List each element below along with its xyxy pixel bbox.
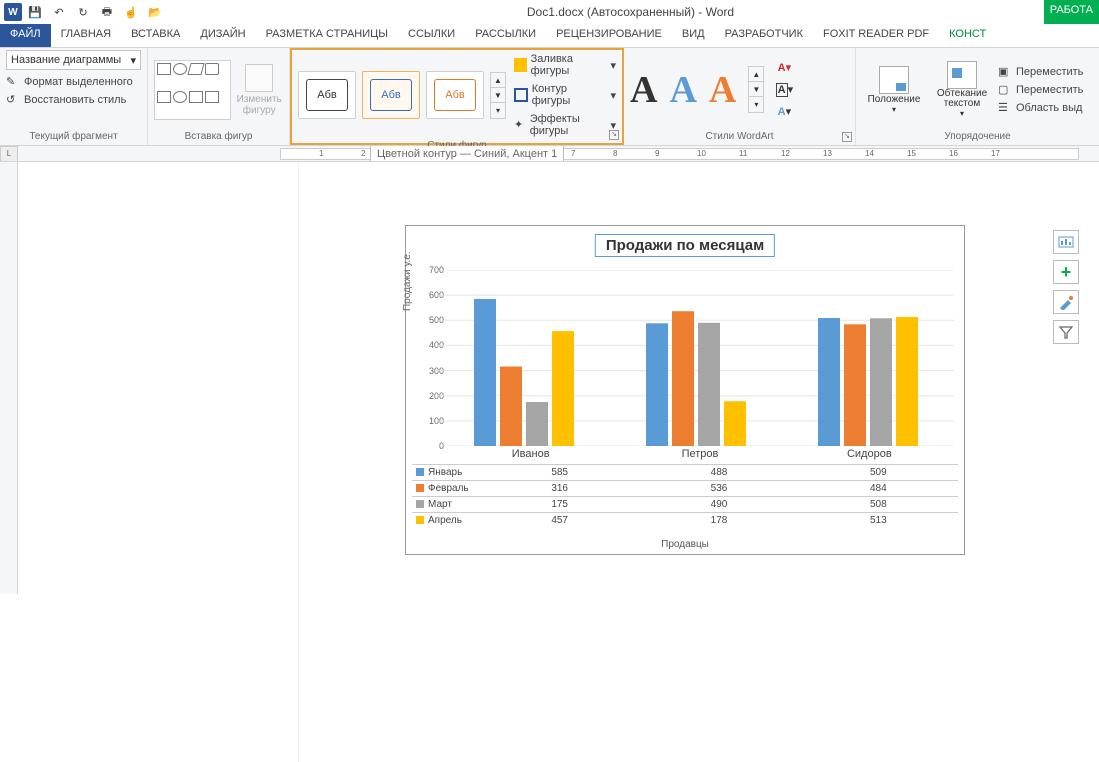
shape-line-icon[interactable] [187,63,204,75]
group-label-insertshapes: Вставка фигур [154,129,283,145]
chart-data-table: Январь585488509Февраль316536484Март17549… [412,464,958,528]
tab-references[interactable]: ССЫЛКИ [398,24,465,47]
chart-title[interactable]: Продажи по месяцам [595,234,775,257]
chart-styles-icon[interactable] [1053,290,1079,314]
chart-xaxis: ИвановПетровСидоров [446,448,954,460]
textwrap-button[interactable]: Обтекание текстом▾ [930,61,994,118]
change-shape-button[interactable]: Изменить фигуру [235,64,283,116]
wa-more-icon[interactable]: ▾ [749,97,763,112]
chart-element-value: Название диаграммы [11,54,130,66]
tab-insert[interactable]: ВСТАВКА [121,24,190,47]
shape-roundrect-icon[interactable] [205,63,219,75]
tab-mailings[interactable]: РАССЫЛКИ [465,24,546,47]
quickprint-icon[interactable]: 🖶 [96,1,118,23]
wordart-launcher-icon[interactable]: ↘ [842,132,852,142]
chart-plot [438,270,954,446]
shape-fill-button[interactable]: Заливка фигуры▾ [514,52,616,78]
tab-design[interactable]: ДИЗАЙН [190,24,255,47]
vertical-ruler[interactable] [0,162,18,594]
shape-rect2-icon[interactable] [157,91,171,103]
chart-layout-icon[interactable] [1053,230,1079,254]
gallery-up-icon[interactable]: ▲ [491,73,505,88]
wordart-gallery[interactable]: A A A ▲ ▼ ▾ [630,66,764,113]
position-button[interactable]: Положение▾ [862,66,926,114]
contextual-tab-format[interactable]: РАБОТА [1044,0,1099,24]
shape-rect3-icon[interactable] [189,91,203,103]
tab-format-contextual[interactable]: КОНСТ [939,24,996,47]
group-label-wordart: Стили WordArt [630,129,849,145]
shapes-gallery[interactable] [154,60,231,120]
chart-object[interactable]: Продажи по месяцам Продажи у.е. 70060050… [405,225,965,555]
chart-filter-icon[interactable] [1053,320,1079,344]
reset-style-button[interactable]: ↺ Восстановить стиль [6,92,141,108]
tab-review[interactable]: РЕЦЕНЗИРОВАНИЕ [546,24,672,47]
shape-oval-icon[interactable] [173,63,187,75]
tab-home[interactable]: ГЛАВНАЯ [51,24,121,47]
reset-icon: ↺ [6,93,20,107]
shape-effects-button[interactable]: ✦Эффекты фигуры▾ [514,112,616,138]
selection-pane-button[interactable]: ☰Область выд [998,100,1083,116]
gallery-down-icon[interactable]: ▼ [491,88,505,103]
chart-element-dropdown[interactable]: Название диаграммы▾ [6,50,141,70]
tab-pagelayout[interactable]: РАЗМЕТКА СТРАНИЦЫ [256,24,398,47]
redo-icon[interactable]: ↻ [72,1,94,23]
change-shape-icon [245,64,273,92]
shape-circle-icon[interactable] [173,91,187,103]
text-fill-icon[interactable]: A▾ [774,59,794,77]
position-icon [879,66,909,94]
text-outline-icon[interactable]: A▾ [774,81,794,99]
chart-ylabel: Продажи у.е. [402,251,413,311]
window-title: Doc1.docx (Автосохраненный) - Word [166,5,1095,19]
touch-icon[interactable]: ☝ [120,1,142,23]
save-icon[interactable]: 💾 [24,1,46,23]
wrap-icon [947,61,977,89]
selpane-icon: ☰ [998,101,1012,115]
ruler-corner[interactable]: L [0,146,18,162]
ribbon-tabs: ФАЙЛ ГЛАВНАЯ ВСТАВКА ДИЗАЙН РАЗМЕТКА СТР… [0,24,1099,48]
send-backward-button[interactable]: ▢Переместить [998,82,1083,98]
shape-style-2[interactable]: Абв [362,71,420,119]
wa-up-icon[interactable]: ▲ [749,67,763,82]
tab-developer[interactable]: РАЗРАБОТЧИК [715,24,813,47]
shape-style-1[interactable]: Абв [298,71,356,119]
word-logo: W [4,3,22,21]
wordart-style-3[interactable]: A [709,68,736,112]
bring-forward-button[interactable]: ▣Переместить [998,64,1083,80]
text-effects-icon[interactable]: A▾ [774,103,794,121]
chart-elements-icon[interactable]: + [1053,260,1079,284]
group-label-currentfragment: Текущий фрагмент [6,129,141,145]
group-label-arrange: Упорядочение [862,129,1093,145]
shape-rect4-icon[interactable] [205,91,219,103]
open-icon[interactable]: 📂 [144,1,166,23]
fill-icon [514,58,527,72]
tab-file[interactable]: ФАЙЛ [0,24,51,47]
outline-icon [514,88,528,102]
shape-outline-button[interactable]: Контур фигуры▾ [514,82,616,108]
wa-down-icon[interactable]: ▼ [749,82,763,97]
gallery-more-icon[interactable]: ▾ [491,103,505,118]
effects-icon: ✦ [514,118,526,132]
forward-icon: ▣ [998,65,1012,79]
wordart-style-1[interactable]: A [630,68,657,112]
format-selection-button[interactable]: ✎ Формат выделенного [6,74,141,90]
shapestyles-launcher-icon[interactable]: ↘ [609,130,619,140]
style-tooltip: Цветной контур — Синий, Акцент 1 [370,146,564,162]
shape-style-3[interactable]: Абв [426,71,484,119]
tab-foxit[interactable]: FOXIT READER PDF [813,24,939,47]
tab-view[interactable]: ВИД [672,24,715,47]
shape-rect-icon[interactable] [157,63,171,75]
horizontal-ruler[interactable]: L 1234567891011121314151617 Цветной конт… [0,146,1099,162]
format-selection-icon: ✎ [6,75,20,89]
backward-icon: ▢ [998,83,1012,97]
undo-icon[interactable]: ↶ [48,1,70,23]
chart-xlabel: Продавцы [406,539,964,550]
wordart-style-2[interactable]: A [669,68,696,112]
